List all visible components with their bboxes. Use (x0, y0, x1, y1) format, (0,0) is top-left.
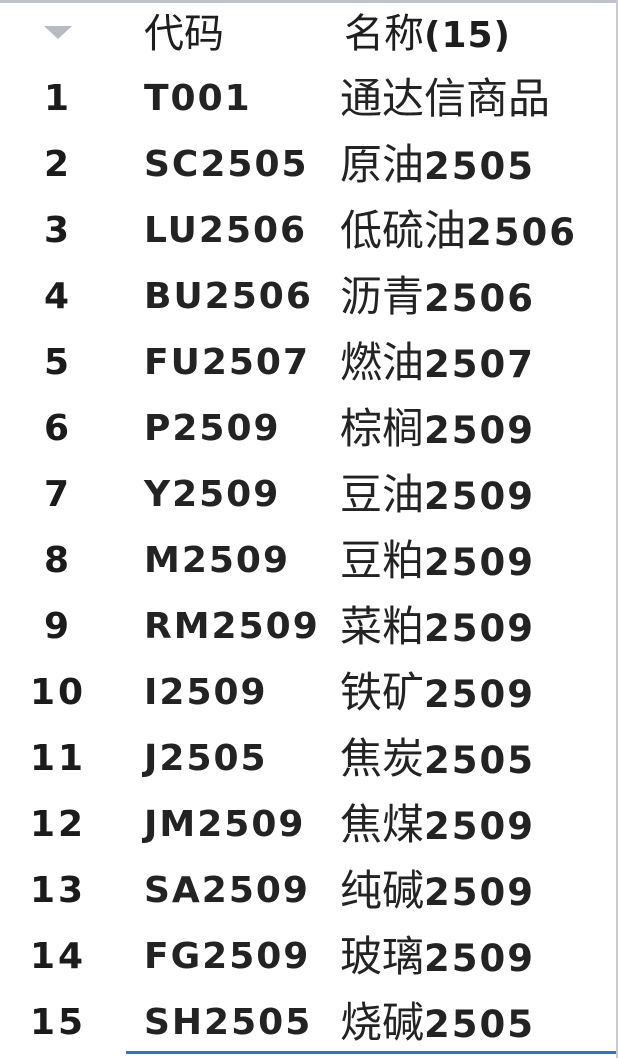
sort-triangle-down-icon[interactable] (44, 26, 72, 39)
row-name: 焦炭2505 (340, 726, 535, 792)
row-index: 7 (43, 474, 73, 515)
row-name-contract: 2507 (424, 343, 535, 386)
row-name-contract: 2506 (424, 277, 535, 320)
row-name: 豆油2509 (340, 462, 535, 528)
row-index: 14 (29, 936, 87, 977)
row-index: 13 (29, 870, 87, 911)
row-index: 1 (43, 78, 73, 119)
row-name: 烧碱2505 (340, 990, 535, 1056)
table-row[interactable]: 5 FU2507 燃油2507 (0, 330, 614, 396)
row-name-contract: 2509 (424, 409, 535, 452)
row-name-contract: 2505 (424, 1003, 535, 1046)
row-name-text: 棕榈 (340, 404, 425, 453)
row-name: 豆粕2509 (340, 528, 535, 594)
row-name: 铁矿2509 (340, 660, 535, 726)
row-name-text: 沥青 (340, 272, 425, 321)
column-header-count: (15) (424, 15, 512, 56)
table-row[interactable]: 6 P2509 棕榈2509 (0, 396, 614, 462)
table-row[interactable]: 8 M2509 豆粕2509 (0, 528, 614, 594)
column-header-name[interactable]: 名称(15) (344, 8, 511, 60)
row-code: SH2505 (144, 1002, 313, 1043)
row-name-contract: 2506 (466, 211, 577, 254)
row-name-text: 燃油 (340, 338, 425, 387)
row-code: J2505 (144, 738, 268, 779)
row-name-text: 低硫油 (340, 206, 467, 255)
row-name-contract: 2509 (424, 871, 535, 914)
row-index: 9 (43, 606, 73, 647)
row-code: RM2509 (144, 606, 320, 647)
column-header-name-label: 名称 (344, 11, 424, 57)
row-name-text: 原油 (340, 140, 425, 189)
row-name: 纯碱2509 (340, 858, 535, 924)
row-name: 通达信商品 (340, 66, 550, 132)
list-header: 代码 名称(15) (0, 0, 618, 66)
table-row[interactable]: 15 SH2505 烧碱2505 (0, 990, 614, 1056)
column-header-code-label: 代码 (144, 11, 224, 57)
row-index: 3 (43, 210, 73, 251)
row-name-text: 通达信商品 (340, 74, 551, 123)
row-code: BU2506 (144, 276, 313, 317)
row-name-text: 玻璃 (340, 932, 425, 981)
table-row[interactable]: 1 T001 通达信商品 (0, 66, 614, 132)
row-code: M2509 (144, 540, 291, 581)
row-code: FU2507 (144, 342, 311, 383)
row-index: 5 (43, 342, 73, 383)
row-name: 沥青2506 (340, 264, 535, 330)
row-name-contract: 2505 (424, 739, 535, 782)
row-code: LU2506 (144, 210, 308, 251)
row-name: 低硫油2506 (340, 198, 577, 264)
row-index: 2 (43, 144, 73, 185)
row-code: SA2509 (144, 870, 310, 911)
row-code: JM2509 (144, 804, 306, 845)
row-name: 菜粕2509 (340, 594, 535, 660)
row-index: 4 (43, 276, 73, 317)
quote-list: 代码 名称(15) 1 T001 通达信商品 2 SC2505 原油2505 3 LU2506… (0, 0, 618, 1058)
table-row[interactable]: 2 SC2505 原油2505 (0, 132, 614, 198)
selection-underline (126, 1051, 616, 1054)
row-code: Y2509 (144, 474, 281, 515)
row-index: 10 (29, 672, 87, 713)
row-name-contract: 2509 (424, 937, 535, 980)
row-name-text: 豆油 (340, 470, 425, 519)
row-name-text: 焦煤 (340, 800, 425, 849)
row-name: 棕榈2509 (340, 396, 535, 462)
row-name-text: 菜粕 (340, 602, 425, 651)
table-row[interactable]: 9 RM2509 菜粕2509 (0, 594, 614, 660)
row-index: 8 (43, 540, 73, 581)
table-row[interactable]: 14 FG2509 玻璃2509 (0, 924, 614, 990)
row-index: 15 (29, 1002, 87, 1043)
row-index: 11 (29, 738, 87, 779)
row-code: FG2509 (144, 936, 311, 977)
row-code: SC2505 (144, 144, 309, 185)
table-row[interactable]: 12 JM2509 焦煤2509 (0, 792, 614, 858)
row-code: T001 (144, 78, 252, 119)
table-row[interactable]: 10 I2509 铁矿2509 (0, 660, 614, 726)
row-name-text: 纯碱 (340, 866, 425, 915)
quote-rows: 1 T001 通达信商品 2 SC2505 原油2505 3 LU2506 低硫油2506 4 BU… (0, 66, 618, 1056)
row-name-contract: 2509 (424, 541, 535, 584)
row-name-text: 焦炭 (340, 734, 425, 783)
column-header-code[interactable]: 代码 (144, 8, 224, 60)
row-name-text: 豆粕 (340, 536, 425, 585)
row-name-contract: 2509 (424, 805, 535, 848)
row-name-text: 烧碱 (340, 998, 425, 1047)
table-row[interactable]: 3 LU2506 低硫油2506 (0, 198, 614, 264)
row-name-contract: 2505 (424, 145, 535, 188)
table-row[interactable]: 13 SA2509 纯碱2509 (0, 858, 614, 924)
row-index: 6 (43, 408, 73, 449)
row-code: P2509 (144, 408, 281, 449)
row-name: 燃油2507 (340, 330, 535, 396)
table-row[interactable]: 7 Y2509 豆油2509 (0, 462, 614, 528)
row-index: 12 (29, 804, 87, 845)
row-name-contract: 2509 (424, 607, 535, 650)
table-row[interactable]: 4 BU2506 沥青2506 (0, 264, 614, 330)
row-code: I2509 (144, 672, 268, 713)
row-name: 原油2505 (340, 132, 535, 198)
row-name-contract: 2509 (424, 475, 535, 518)
row-name: 玻璃2509 (340, 924, 535, 990)
row-name: 焦煤2509 (340, 792, 535, 858)
row-name-text: 铁矿 (340, 668, 425, 717)
row-name-contract: 2509 (424, 673, 535, 716)
table-row[interactable]: 11 J2505 焦炭2505 (0, 726, 614, 792)
